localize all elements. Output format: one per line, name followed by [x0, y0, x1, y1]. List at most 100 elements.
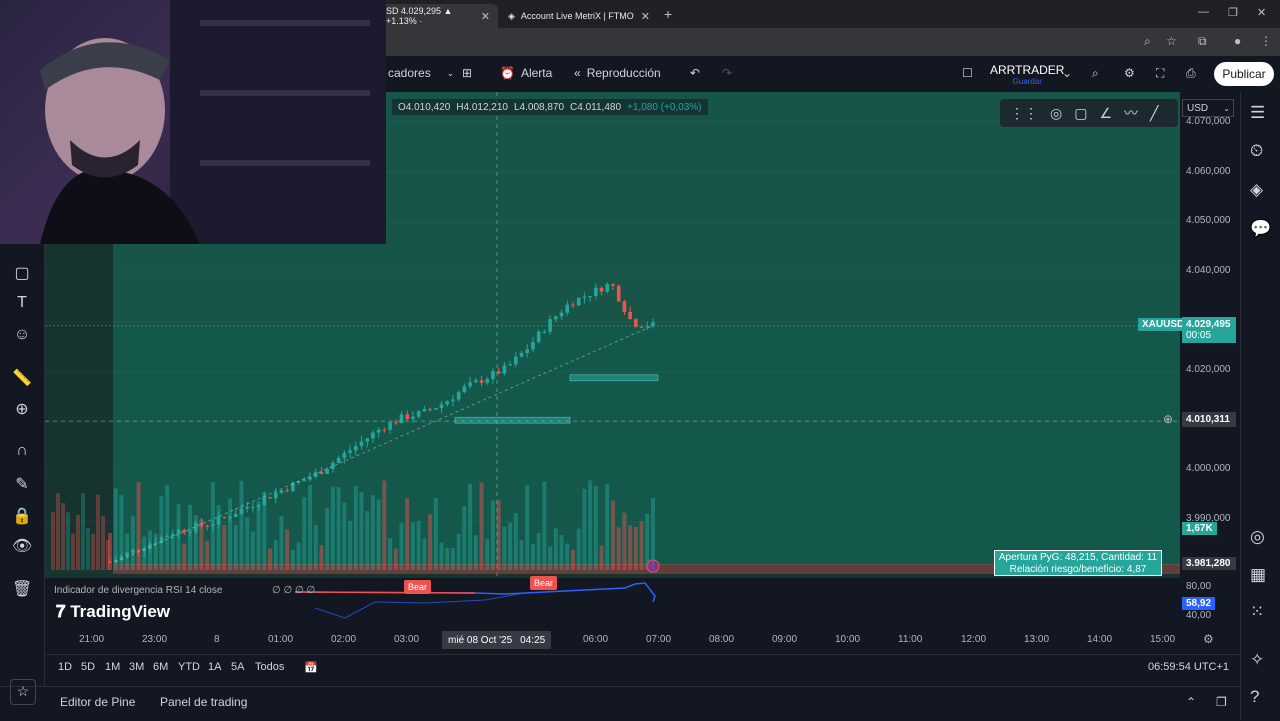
calendar-goto-icon[interactable]: 📅	[304, 661, 318, 674]
clock-timezone[interactable]: 06:59:54 UTC+1	[1148, 661, 1229, 673]
range-1a[interactable]: 1A	[208, 661, 221, 673]
volume-bar	[508, 522, 513, 570]
volume-bar	[513, 513, 518, 570]
target-icon[interactable]: ◎	[1050, 105, 1062, 122]
range-5a[interactable]: 5A	[231, 661, 244, 673]
object-tree-icon[interactable]: ◈	[1250, 180, 1263, 200]
calendar-icon[interactable]: ▦	[1250, 565, 1266, 585]
eye-visibility-icon[interactable]: 👁	[12, 536, 32, 556]
rsi-indicator-name[interactable]: Indicador de divergencia RSI 14 close	[54, 585, 222, 596]
text-tool-icon[interactable]: T	[12, 294, 32, 312]
apps-grid-icon[interactable]: ⁙	[1250, 602, 1264, 622]
range-1d[interactable]: 1D	[58, 661, 72, 673]
undo-icon[interactable]: ↶	[690, 66, 700, 80]
browser-tab-ftmo[interactable]: ◈ Account Live MetriX | FTMO ✕	[500, 4, 658, 28]
alerts-clock-icon[interactable]: ⏲	[1250, 141, 1263, 161]
range-6m[interactable]: 6M	[153, 661, 168, 673]
settings-gear-icon[interactable]: ⚙	[1124, 66, 1135, 80]
add-alert-plus-icon[interactable]: ⊕	[1163, 412, 1173, 426]
close-tab-icon[interactable]: ✕	[641, 10, 650, 23]
volume-bar	[376, 499, 381, 570]
ohlc-change: +1,080 (+0,03%)	[627, 101, 702, 113]
currency-select[interactable]: USD ⌄	[1182, 99, 1234, 117]
volume-bar	[405, 498, 410, 570]
path-icon[interactable]: 〰	[1124, 103, 1138, 123]
zoom-tool-icon[interactable]: ⊕	[12, 399, 32, 419]
replay-button[interactable]: « Reproducción	[574, 66, 661, 80]
time-tick: 11:00	[898, 634, 923, 645]
crosshair-price-label: 4.010,311	[1182, 412, 1236, 427]
volume-bar	[86, 527, 90, 570]
tab-pine-editor[interactable]: Editor de Pine	[60, 695, 135, 709]
help-icon[interactable]: ?	[1250, 687, 1259, 707]
layout-name-button[interactable]: ARRTRADER Guardar	[990, 63, 1064, 86]
time-axis[interactable]	[45, 625, 1240, 653]
indicators-button[interactable]: cadores ⌄	[388, 66, 454, 80]
ohlc-high: H4.012,210	[456, 101, 508, 113]
candle-body	[622, 301, 627, 312]
alert-button[interactable]: ⏰ Alerta	[500, 66, 552, 80]
publish-button[interactable]: Publicar	[1214, 62, 1274, 86]
close-window-icon[interactable]: ✕	[1257, 6, 1266, 19]
time-tick: 06:00	[583, 634, 609, 645]
candle-body	[605, 284, 610, 292]
volume-bar	[359, 491, 364, 570]
range-ytd[interactable]: YTD	[178, 661, 200, 673]
emoji-tool-icon[interactable]: ☺	[12, 326, 32, 344]
redo-icon[interactable]: ↷	[722, 66, 732, 80]
trash-icon[interactable]: 🗑	[12, 579, 32, 599]
chat-icon[interactable]: 💬	[1250, 219, 1271, 239]
pencil-lock-tool-icon[interactable]: ✎	[12, 474, 32, 494]
layout-checkbox-icon[interactable]: ☐	[962, 66, 973, 80]
rsi-tick: 40,00	[1186, 610, 1212, 621]
magnet-tool-icon[interactable]: ∩	[12, 442, 32, 460]
maximize-panel-icon[interactable]: ❐	[1216, 695, 1227, 709]
range-1m[interactable]: 1M	[105, 661, 120, 673]
chevron-up-icon[interactable]: ⌃	[1186, 695, 1196, 709]
bookmark-star-icon[interactable]: ☆	[1166, 34, 1177, 48]
fullscreen-icon[interactable]: ⛶	[1156, 66, 1164, 81]
rectangle-icon[interactable]: ▢	[1074, 105, 1087, 122]
tradingview-logo[interactable]: 𝟕 TradingView	[56, 602, 170, 622]
trendline-icon[interactable]: ╱	[1150, 105, 1158, 122]
signal-icon[interactable]: ◎	[1250, 527, 1265, 547]
ohlc-low: L4.008,870	[513, 101, 565, 113]
profile-avatar-icon[interactable]: ●	[1234, 34, 1241, 48]
camera-snapshot-icon[interactable]: ⎙	[1186, 66, 1196, 81]
extensions-icon[interactable]: ⧉	[1198, 34, 1207, 49]
layouts-grid-icon[interactable]: ⊞	[462, 66, 472, 80]
new-tab-icon[interactable]: +	[664, 6, 672, 22]
candle-body	[422, 409, 427, 412]
axis-settings-gear-icon[interactable]: ⚙	[1203, 632, 1214, 646]
quick-search-icon[interactable]: ⌕	[1092, 66, 1099, 81]
candle-body	[616, 285, 621, 302]
rectangle-tool-icon[interactable]: ▢	[12, 263, 32, 283]
range-all[interactable]: Todos	[255, 661, 284, 673]
tab-trading-panel[interactable]: Panel de trading	[160, 695, 247, 709]
tab-title: SD 4.029,295 ▲ +1.13% ·	[386, 6, 453, 26]
browser-tab-tradingview[interactable]: SD 4.029,295 ▲ +1.13% · ✕	[378, 4, 498, 28]
browser-menu-icon[interactable]: ⋮	[1260, 34, 1272, 48]
minimize-icon[interactable]: —	[1198, 6, 1209, 18]
favorites-star-icon[interactable]: ☆	[10, 679, 36, 705]
zoom-icon[interactable]: ⌕	[1144, 34, 1151, 49]
candle-body	[468, 382, 472, 387]
angle-icon[interactable]: ∠	[1099, 105, 1112, 122]
drag-handle-icon[interactable]: ⋮⋮	[1010, 105, 1038, 122]
candle-body	[439, 404, 444, 409]
range-5d[interactable]: 5D	[81, 661, 95, 673]
ruler-tool-icon[interactable]: 📏	[12, 368, 32, 388]
range-3m[interactable]: 3M	[129, 661, 144, 673]
order-block	[454, 416, 571, 424]
lock-tool-icon[interactable]: 🔒	[12, 506, 32, 526]
maximize-icon[interactable]: ❐	[1228, 6, 1238, 19]
close-tab-icon[interactable]: ✕	[481, 10, 490, 23]
notifications-icon[interactable]: ✧	[1250, 650, 1264, 670]
position-pnl-box[interactable]: Apertura PyG: 48,215, Cantidad: 11 Relac…	[994, 550, 1162, 576]
candle-body	[559, 312, 564, 317]
watchlist-icon[interactable]: ☰	[1250, 103, 1265, 123]
volume-bar	[348, 520, 353, 570]
volume-bar	[71, 533, 75, 570]
chevron-down-icon[interactable]: ⌄	[1062, 66, 1072, 80]
time-tick: 07:00	[646, 634, 672, 645]
